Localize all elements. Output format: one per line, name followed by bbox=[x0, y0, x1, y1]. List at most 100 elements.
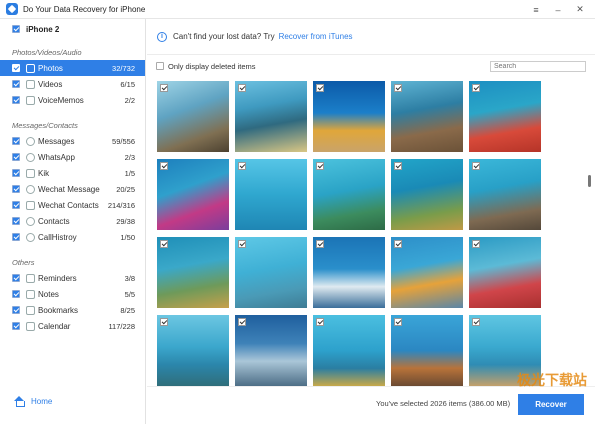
message-icon bbox=[26, 136, 35, 146]
photo-checkbox[interactable] bbox=[316, 318, 324, 326]
scrollbar-thumb[interactable] bbox=[588, 175, 591, 187]
sidebar-item-bookmarks[interactable]: Bookmarks 8/25 bbox=[0, 302, 145, 318]
item-checkbox[interactable] bbox=[12, 201, 20, 209]
photo-checkbox[interactable] bbox=[160, 240, 168, 248]
kik-icon bbox=[26, 168, 35, 178]
item-checkbox[interactable] bbox=[12, 80, 20, 88]
search-input[interactable] bbox=[490, 61, 586, 72]
item-checkbox[interactable] bbox=[12, 169, 20, 177]
photo-thumbnail[interactable] bbox=[469, 237, 541, 308]
item-checkbox[interactable] bbox=[12, 153, 20, 161]
photo-checkbox[interactable] bbox=[394, 84, 402, 92]
photo-thumbnail[interactable] bbox=[313, 159, 385, 230]
photo-thumbnail[interactable] bbox=[235, 237, 307, 308]
item-checkbox[interactable] bbox=[12, 233, 20, 241]
sidebar-item-wechat-contacts[interactable]: Wechat Contacts 214/316 bbox=[0, 197, 145, 213]
device-checkbox[interactable] bbox=[12, 25, 20, 33]
photo-checkbox[interactable] bbox=[394, 162, 402, 170]
close-icon[interactable]: ✕ bbox=[569, 4, 591, 15]
item-checkbox[interactable] bbox=[12, 185, 20, 193]
item-checkbox[interactable] bbox=[12, 274, 20, 282]
photo-thumbnail[interactable] bbox=[235, 315, 307, 386]
sidebar-item-label: Calendar bbox=[38, 321, 71, 331]
sidebar-item-label: Contacts bbox=[38, 216, 70, 226]
photo-thumbnail[interactable] bbox=[157, 315, 229, 386]
sidebar-item-notes[interactable]: Notes 5/5 bbox=[0, 286, 145, 302]
photo-checkbox[interactable] bbox=[238, 84, 246, 92]
sidebar-item-callhistroy[interactable]: CallHistroy 1/50 bbox=[0, 229, 145, 245]
item-checkbox[interactable] bbox=[12, 217, 20, 225]
sidebar-item-count: 214/316 bbox=[107, 200, 135, 210]
photo-checkbox[interactable] bbox=[316, 162, 324, 170]
sidebar-item-videos[interactable]: Videos 6/15 bbox=[0, 76, 145, 92]
item-checkbox[interactable] bbox=[12, 306, 20, 314]
only-deleted-checkbox[interactable] bbox=[156, 62, 164, 70]
photo-checkbox[interactable] bbox=[316, 84, 324, 92]
sidebar-item-calendar[interactable]: Calendar 117/228 bbox=[0, 318, 145, 334]
sidebar-item-count: 32/732 bbox=[112, 63, 135, 73]
sidebar-item-photos[interactable]: Photos 32/732 bbox=[0, 60, 145, 76]
photo-thumbnail[interactable] bbox=[391, 159, 463, 230]
photo-thumbnail[interactable] bbox=[391, 237, 463, 308]
sidebar-item-count: 29/38 bbox=[116, 216, 135, 226]
home-button[interactable]: Home bbox=[14, 396, 52, 407]
photo-checkbox[interactable] bbox=[316, 240, 324, 248]
photo-thumbnail[interactable] bbox=[235, 159, 307, 230]
sidebar-item-messages[interactable]: Messages 59/556 bbox=[0, 133, 145, 149]
photo-thumbnail[interactable] bbox=[391, 315, 463, 386]
reminder-icon bbox=[26, 273, 35, 283]
item-checkbox[interactable] bbox=[12, 137, 20, 145]
photo-thumbnail[interactable] bbox=[235, 81, 307, 152]
photo-checkbox[interactable] bbox=[160, 84, 168, 92]
menu-icon[interactable]: ≡ bbox=[525, 5, 547, 15]
sidebar-item-label: Bookmarks bbox=[38, 305, 79, 315]
photo-checkbox[interactable] bbox=[472, 318, 480, 326]
item-checkbox[interactable] bbox=[12, 322, 20, 330]
sidebar-item-wechat-message[interactable]: Wechat Message 20/25 bbox=[0, 181, 145, 197]
sidebar-item-label: Wechat Message bbox=[38, 184, 100, 194]
notes-icon bbox=[26, 289, 35, 299]
item-checkbox[interactable] bbox=[12, 96, 20, 104]
sidebar-item-reminders[interactable]: Reminders 3/8 bbox=[0, 270, 145, 286]
sidebar-item-label: Photos bbox=[38, 63, 63, 73]
photo-thumbnail[interactable] bbox=[313, 315, 385, 386]
sidebar-item-label: Messages bbox=[38, 136, 75, 146]
voice-memo-icon bbox=[26, 95, 35, 105]
photo-checkbox[interactable] bbox=[238, 162, 246, 170]
recover-from-itunes-link[interactable]: Recover from iTunes bbox=[279, 32, 353, 41]
photo-thumbnail[interactable] bbox=[469, 159, 541, 230]
photo-thumbnail[interactable] bbox=[313, 237, 385, 308]
sidebar-item-contacts[interactable]: Contacts 29/38 bbox=[0, 213, 145, 229]
photo-thumbnail[interactable] bbox=[391, 81, 463, 152]
photo-checkbox[interactable] bbox=[238, 318, 246, 326]
photo-thumbnail[interactable] bbox=[157, 159, 229, 230]
item-checkbox[interactable] bbox=[12, 64, 20, 72]
sidebar-item-voicememos[interactable]: VoiceMemos 2/2 bbox=[0, 92, 145, 108]
whatsapp-icon bbox=[26, 152, 35, 162]
recover-button[interactable]: Recover bbox=[518, 394, 584, 415]
sidebar-item-count: 1/50 bbox=[120, 232, 135, 242]
sidebar-item-kik[interactable]: Kik 1/5 bbox=[0, 165, 145, 181]
photo-checkbox[interactable] bbox=[472, 162, 480, 170]
photo-checkbox[interactable] bbox=[394, 240, 402, 248]
photo-checkbox[interactable] bbox=[394, 318, 402, 326]
photo-checkbox[interactable] bbox=[472, 84, 480, 92]
photo-thumbnail[interactable] bbox=[469, 81, 541, 152]
photo-thumbnail[interactable] bbox=[157, 81, 229, 152]
sidebar-item-label: WhatsApp bbox=[38, 152, 75, 162]
minimize-icon[interactable]: – bbox=[547, 5, 569, 15]
photo-checkbox[interactable] bbox=[160, 318, 168, 326]
photo-thumbnail[interactable] bbox=[313, 81, 385, 152]
section-title: Messages/Contacts bbox=[12, 121, 78, 130]
sidebar-item-count: 117/228 bbox=[108, 321, 135, 331]
filter-bar: Only display deleted items bbox=[147, 59, 595, 73]
sidebar-item-label: Wechat Contacts bbox=[38, 200, 99, 210]
photo-thumbnail[interactable] bbox=[157, 237, 229, 308]
photo-checkbox[interactable] bbox=[472, 240, 480, 248]
only-deleted-label: Only display deleted items bbox=[168, 61, 256, 71]
photo-checkbox[interactable] bbox=[238, 240, 246, 248]
photo-checkbox[interactable] bbox=[160, 162, 168, 170]
sidebar-item-whatsapp[interactable]: WhatsApp 2/3 bbox=[0, 149, 145, 165]
item-checkbox[interactable] bbox=[12, 290, 20, 298]
device-row[interactable]: iPhone 2 bbox=[0, 19, 145, 39]
